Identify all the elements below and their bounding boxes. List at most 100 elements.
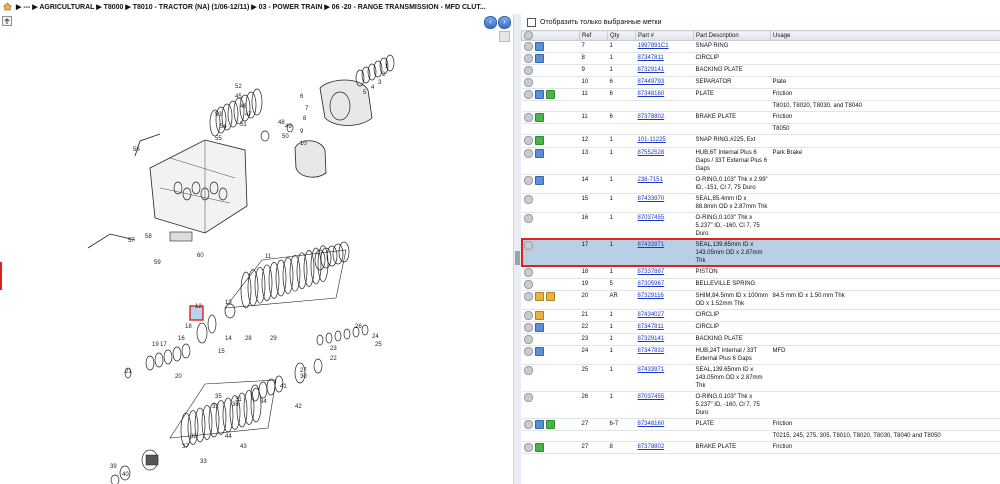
part-number-link[interactable]: 87347811 — [635, 52, 694, 66]
table-row[interactable]: T8010, T8020, T8030, and T8040 — [521, 100, 1000, 113]
breadcrumb-item[interactable]: 06 -20 - RANGE TRANSMISSION - MFD CLUT..… — [332, 4, 486, 11]
table-row[interactable]: T0215, 245, 275, 305, T8010, T8020, T803… — [521, 430, 1000, 443]
info-icon[interactable] — [534, 148, 544, 158]
table-row[interactable]: 11 6 87378802 BRAKE PLATE Friction — [521, 111, 1000, 125]
table-row[interactable]: 16 1 87037455 O-RING,0.103" Thk x 5.237" ID… — [521, 212, 1000, 240]
breadcrumb-trail[interactable]: ▶ --- ▶ AGRICULTURAL ▶ T8000 ▶ T8010 - T… — [16, 3, 486, 11]
table-row[interactable]: 12 1 101-11225 SNAP RING,#225, Ext — [521, 134, 1000, 148]
info-icon[interactable] — [534, 54, 544, 64]
select-circle-icon[interactable] — [523, 90, 533, 100]
select-circle-icon[interactable] — [523, 267, 533, 277]
info-icon[interactable] — [534, 175, 544, 185]
expand-icon[interactable] — [2, 16, 12, 26]
part-number-link[interactable]: 87329141 — [635, 333, 694, 346]
part-number-link[interactable]: 87305967 — [635, 278, 694, 291]
action-arrow-icon[interactable] — [545, 90, 555, 100]
part-number-link[interactable]: 87433971 — [635, 364, 694, 392]
selected-table-row[interactable]: 17 1 87433971 SEAL,139.65mm ID x 143.05mm O… — [520, 238, 1000, 268]
part-number-link[interactable]: 238-7151 — [635, 174, 694, 194]
filter-row[interactable]: Отобразить только выбранные метки — [527, 16, 661, 28]
qty-header[interactable]: Qty — [607, 30, 636, 41]
part-number-link[interactable]: 87329141 — [635, 64, 694, 78]
part-number-link[interactable]: 87337887 — [635, 266, 694, 279]
part-number-link[interactable] — [635, 100, 694, 113]
part-number-link[interactable]: 87037455 — [635, 212, 694, 240]
part-number-link[interactable]: 87347832 — [635, 345, 694, 365]
table-row[interactable]: 8 1 87347811 CIRCLIP — [521, 52, 1000, 66]
part-number-link[interactable] — [635, 430, 694, 443]
table-row[interactable]: T8050 — [521, 123, 1000, 136]
part-number-header[interactable]: Part # — [635, 30, 694, 41]
part-number-link[interactable]: 87329116 — [635, 290, 694, 310]
table-row[interactable]: 11 6 87348160 PLATE Friction — [521, 88, 1000, 102]
select-circle-icon[interactable] — [523, 213, 533, 223]
info-icon[interactable] — [534, 42, 544, 51]
action-arrow-icon[interactable] — [545, 419, 555, 429]
part-number-link[interactable]: 87347811 — [635, 321, 694, 334]
part-number-link[interactable]: 87348160 — [635, 88, 694, 102]
table-row[interactable]: 15 1 87433970 SEAL,85.4mm ID x 88.8mm OD x … — [521, 193, 1000, 213]
table-row[interactable]: 21 1 87434027 CIRCLIP — [521, 309, 1000, 322]
select-circle-icon[interactable] — [523, 54, 533, 64]
select-circle-icon[interactable] — [523, 322, 533, 332]
part-number-link[interactable] — [635, 123, 694, 136]
action-arrow-icon[interactable] — [534, 443, 544, 453]
package-icon[interactable] — [534, 310, 544, 320]
description-header[interactable]: Part Description — [693, 30, 771, 41]
select-circle-icon[interactable] — [523, 310, 533, 320]
select-circle-icon[interactable] — [523, 66, 533, 76]
select-circle-icon[interactable] — [523, 346, 533, 356]
package-icon[interactable] — [534, 291, 544, 301]
table-row[interactable]: 9 1 87329141 BACKING PLATE — [521, 64, 1000, 78]
select-circle-icon[interactable] — [523, 443, 533, 453]
part-number-link[interactable]: 1997891C1 — [635, 40, 694, 54]
filter-checkbox[interactable] — [527, 17, 536, 27]
part-number-link[interactable]: 87348160 — [635, 418, 694, 432]
info-icon[interactable] — [534, 322, 544, 332]
breadcrumb-item[interactable]: T8010 - TRACTOR (NA) (1/06-12/11) — [133, 4, 250, 11]
select-circle-icon[interactable] — [523, 240, 533, 250]
select-circle-icon[interactable] — [523, 279, 533, 289]
table-row[interactable]: 24 1 87347832 HUB,24T Internal / 33T Extern… — [521, 345, 1000, 365]
info-icon[interactable] — [534, 346, 544, 356]
exploded-parts-diagram[interactable]: 1234567891011121314151617181920212223242… — [0, 28, 513, 484]
table-row[interactable]: 18 1 87337887 PISTON — [521, 266, 1000, 279]
select-circle-icon[interactable] — [523, 175, 533, 185]
table-row[interactable]: 26 1 87037455 O-RING,0.103" Thk x 5.237" ID… — [521, 391, 1000, 419]
info-icon[interactable] — [534, 90, 544, 100]
part-number-link[interactable]: 87433971 — [635, 239, 694, 267]
table-row[interactable]: 10 6 87449793 SEPARATOR Plate — [521, 76, 1000, 90]
select-circle-icon[interactable] — [523, 194, 533, 204]
select-circle-icon[interactable] — [523, 419, 533, 429]
select-circle-icon[interactable] — [523, 392, 533, 402]
part-number-link[interactable]: 101-11225 — [635, 134, 694, 148]
ref-header[interactable]: Ref — [579, 30, 608, 41]
home-icon[interactable] — [3, 2, 12, 11]
part-number-link[interactable]: 87378802 — [635, 111, 694, 125]
part-number-link[interactable]: 87552528 — [635, 147, 694, 175]
breadcrumb-item[interactable]: T8000 — [104, 4, 124, 11]
select-circle-icon[interactable] — [523, 334, 533, 344]
usage-header[interactable]: Usage — [770, 30, 1000, 41]
part-number-link[interactable]: 87037455 — [635, 391, 694, 419]
select-circle-icon[interactable] — [523, 365, 533, 375]
table-row[interactable]: 19 5 87305967 BELLEVILLE SPRING — [521, 278, 1000, 291]
table-row[interactable]: 20 AR 87329116 SHIM,84.5mm ID x 100mm OD x … — [521, 290, 1000, 310]
part-number-link[interactable]: 87378802 — [635, 441, 694, 455]
action-arrow-icon[interactable] — [534, 113, 544, 123]
table-row[interactable]: 13 1 87552528 HUB,6T Internal Plus 6 Gaps /… — [521, 147, 1000, 175]
breadcrumb-item[interactable]: AGRICULTURAL — [39, 4, 94, 11]
table-row[interactable]: 25 1 87433971 SEAL,139.65mm ID x 143.05mm O… — [521, 364, 1000, 392]
select-circle-icon[interactable] — [523, 42, 533, 51]
info-icon[interactable] — [534, 419, 544, 429]
select-circle-icon[interactable] — [523, 113, 533, 123]
part-number-link[interactable]: 87433970 — [635, 193, 694, 213]
table-row[interactable]: 27 6-7 87348160 PLATE Friction — [521, 418, 1000, 432]
table-row[interactable]: 14 1 238-7151 O-RING,0.103" Thk x 2.99" ID,… — [521, 174, 1000, 194]
table-row[interactable]: 22 1 87347811 CIRCLIP — [521, 321, 1000, 334]
select-circle-icon[interactable] — [523, 148, 533, 158]
select-circle-icon[interactable] — [523, 136, 533, 146]
breadcrumb-item[interactable]: 03 - POWER TRAIN — [259, 4, 323, 11]
part-number-link[interactable]: 87449793 — [635, 76, 694, 90]
part-number-link[interactable]: 87434027 — [635, 309, 694, 322]
